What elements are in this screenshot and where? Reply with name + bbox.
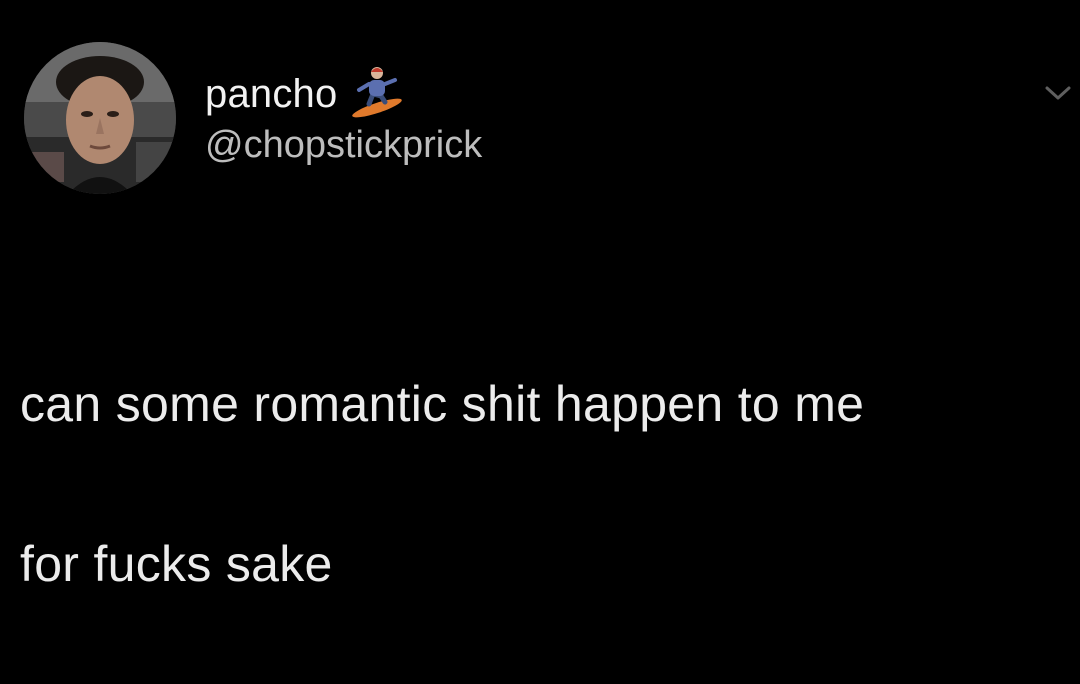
author-name-row[interactable]: pancho: [205, 66, 407, 122]
author-handle[interactable]: @chopstickprick: [205, 126, 482, 164]
tweet-card: pancho @chopstickprick can some romantic…: [0, 0, 1080, 592]
avatar[interactable]: [24, 42, 176, 194]
tweet-text: can some romantic shit happen to me for …: [20, 284, 1070, 684]
tweet-text-line: can some romantic shit happen to me: [20, 376, 865, 432]
chevron-down-icon[interactable]: [1044, 82, 1072, 104]
display-name[interactable]: pancho: [205, 74, 337, 114]
snowboarder-icon: [347, 64, 407, 118]
tweet-text-line: for fucks sake: [20, 536, 333, 592]
